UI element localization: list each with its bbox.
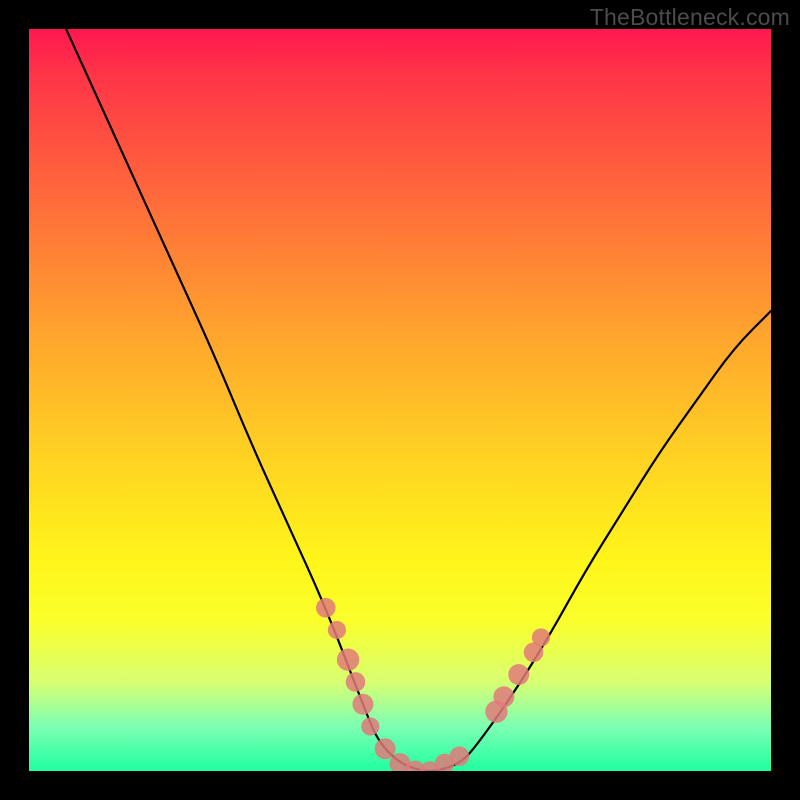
marker-point bbox=[450, 746, 470, 766]
chart-frame: TheBottleneck.com bbox=[0, 0, 800, 800]
marker-point bbox=[532, 628, 550, 646]
marker-point bbox=[346, 672, 366, 692]
marker-point bbox=[337, 649, 359, 671]
marker-point bbox=[508, 664, 529, 685]
highlighted-points bbox=[316, 598, 550, 771]
marker-point bbox=[316, 598, 336, 618]
watermark-text: TheBottleneck.com bbox=[590, 4, 790, 31]
marker-point bbox=[352, 694, 373, 715]
plot-area bbox=[29, 29, 771, 771]
marker-point bbox=[328, 621, 346, 639]
marker-point bbox=[361, 717, 379, 735]
marker-point bbox=[493, 686, 514, 707]
marker-point bbox=[375, 738, 396, 759]
chart-svg bbox=[29, 29, 771, 771]
bottleneck-curve bbox=[66, 29, 771, 771]
